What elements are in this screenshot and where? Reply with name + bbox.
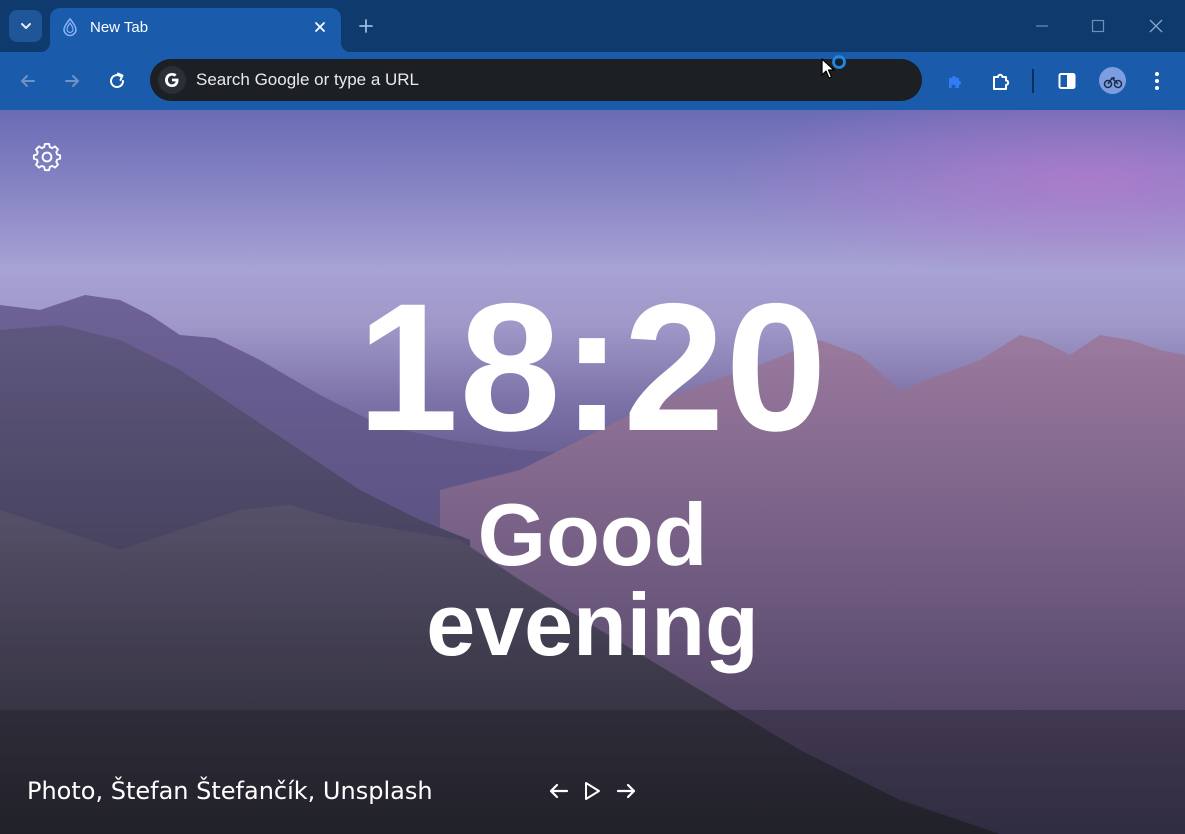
reload-icon xyxy=(110,72,125,89)
minimize-icon xyxy=(1036,25,1048,27)
play-slideshow-button[interactable] xyxy=(579,777,605,805)
plus-icon xyxy=(359,19,373,33)
next-photo-button[interactable] xyxy=(613,777,639,805)
tab-strip: New Tab xyxy=(0,0,1185,52)
google-g-icon xyxy=(158,66,186,94)
profile-button[interactable] xyxy=(1099,67,1126,94)
back-button[interactable] xyxy=(11,64,45,98)
new-tab-page: 18:20 Good evening Photo, Štefan Štefanč… xyxy=(0,110,1185,834)
photo-credit[interactable]: Photo, Štefan Štefančík, Unsplash xyxy=(27,777,433,805)
background-photo xyxy=(0,295,1185,834)
side-panel-button[interactable] xyxy=(1050,64,1084,98)
arrow-left-icon xyxy=(549,783,569,799)
arrow-left-icon xyxy=(21,75,35,87)
browser-menu-button[interactable] xyxy=(1140,64,1174,98)
tab-new-tab[interactable]: New Tab xyxy=(40,8,351,52)
close-window-button[interactable] xyxy=(1133,8,1179,44)
play-icon xyxy=(585,782,600,800)
greeting: Good evening xyxy=(0,490,1185,670)
reload-button[interactable] xyxy=(100,64,134,98)
side-panel-icon xyxy=(1058,73,1076,89)
busy-cursor-icon xyxy=(821,55,846,79)
address-bar[interactable]: Search Google or type a URL xyxy=(150,59,922,101)
chevron-down-icon xyxy=(20,23,31,29)
minimize-button[interactable] xyxy=(1019,8,1065,44)
forward-button[interactable] xyxy=(55,64,89,98)
close-window-icon xyxy=(1149,19,1163,33)
arrow-right-icon xyxy=(616,783,636,799)
avatar-icon xyxy=(1103,76,1122,88)
maximize-button[interactable] xyxy=(1075,8,1121,44)
settings-button[interactable] xyxy=(30,140,64,174)
droplet-logo-icon xyxy=(60,17,80,37)
tab-search-button[interactable] xyxy=(9,10,42,42)
arrow-right-icon xyxy=(65,75,79,87)
maximize-icon xyxy=(1091,19,1105,33)
greeting-line-1: Good xyxy=(477,485,708,584)
extensions-icon xyxy=(993,73,1010,90)
close-icon[interactable] xyxy=(308,15,332,39)
address-bar-placeholder: Search Google or type a URL xyxy=(196,70,420,89)
kebab-menu-icon xyxy=(1155,72,1159,90)
greeting-line-2: evening xyxy=(426,575,759,674)
toolbar: Search Google or type a URL xyxy=(0,52,1185,110)
extension-button[interactable] xyxy=(938,64,972,98)
new-tab-button[interactable] xyxy=(352,12,380,40)
toolbar-divider xyxy=(1032,69,1034,93)
gear-icon xyxy=(32,142,62,172)
previous-photo-button[interactable] xyxy=(546,777,572,805)
clock-time: 18:20 xyxy=(357,265,828,469)
tab-title: New Tab xyxy=(90,19,149,36)
extensions-menu-button[interactable] xyxy=(984,64,1018,98)
puzzle-piece-icon xyxy=(949,76,961,88)
